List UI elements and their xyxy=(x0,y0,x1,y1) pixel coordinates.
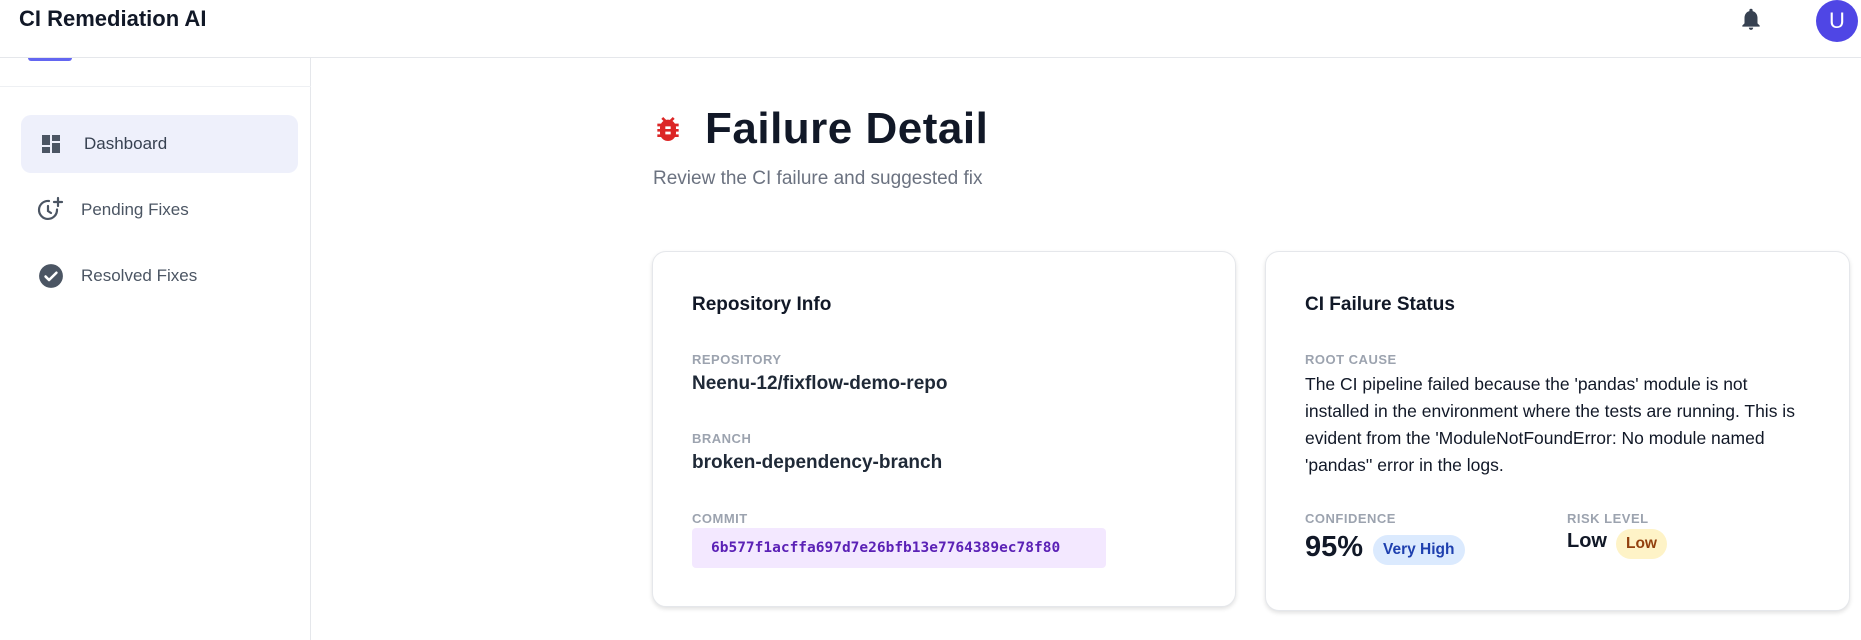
sidebar-logo xyxy=(28,58,72,61)
sidebar-item-dashboard[interactable]: Dashboard xyxy=(21,115,298,173)
branch-value: broken-dependency-branch xyxy=(692,452,943,473)
confidence-label: CONFIDENCE xyxy=(1305,511,1396,526)
page-title: Failure Detail xyxy=(705,104,989,153)
ci-failure-status-card: CI Failure Status ROOT CAUSE The CI pipe… xyxy=(1265,251,1850,611)
card-title: CI Failure Status xyxy=(1305,294,1455,315)
commit-hash: 6b577f1acffa697d7e26bfb13e7764389ec78f80 xyxy=(692,528,1106,568)
commit-label: COMMIT xyxy=(692,511,748,526)
sidebar-item-pending-fixes[interactable]: Pending Fixes xyxy=(21,181,298,239)
card-title: Repository Info xyxy=(692,294,832,315)
sidebar-item-label: Pending Fixes xyxy=(81,200,189,219)
check-circle-icon xyxy=(37,262,65,290)
app-title: CI Remediation AI xyxy=(19,6,207,31)
repository-info-card: Repository Info REPOSITORY Neenu-12/fixf… xyxy=(652,251,1236,607)
sidebar-item-resolved-fixes[interactable]: Resolved Fixes xyxy=(21,247,298,305)
avatar[interactable]: U xyxy=(1816,0,1858,42)
risk-level-badge: Low xyxy=(1616,529,1667,559)
repository-value: Neenu-12/fixflow-demo-repo xyxy=(692,373,948,394)
confidence-value: 95% xyxy=(1305,531,1364,563)
sidebar-item-label: Dashboard xyxy=(84,134,168,153)
confidence-badge: Very High xyxy=(1373,535,1465,565)
risk-level-value: Low xyxy=(1567,530,1607,552)
sidebar-divider xyxy=(0,86,311,87)
sidebar: Dashboard Pending Fixes Resolved Fixes xyxy=(0,58,311,640)
branch-label: BRANCH xyxy=(692,431,752,446)
repository-label: REPOSITORY xyxy=(692,352,782,367)
root-cause-label: ROOT CAUSE xyxy=(1305,352,1397,367)
bug-icon xyxy=(652,113,684,145)
root-cause-text: The CI pipeline failed because the 'pand… xyxy=(1305,374,1795,475)
risk-level-label: RISK LEVEL xyxy=(1567,511,1649,526)
page-subtitle: Review the CI failure and suggested fix xyxy=(653,168,983,189)
clock-plus-icon xyxy=(37,196,65,224)
dashboard-icon xyxy=(37,130,65,158)
sidebar-item-label: Resolved Fixes xyxy=(81,266,198,285)
top-bar: CI Remediation AI U xyxy=(0,0,1861,58)
bell-icon[interactable] xyxy=(1738,6,1764,32)
